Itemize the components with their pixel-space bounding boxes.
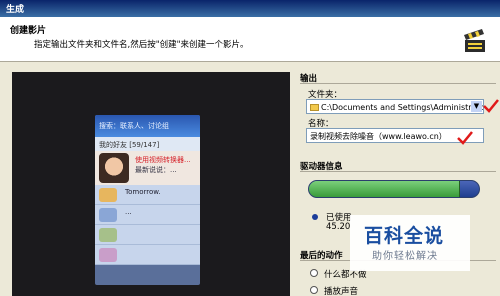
- avatar: [99, 248, 117, 262]
- preview-search: 搜索：联系人、讨论组: [95, 115, 200, 137]
- preview-row: ...: [95, 205, 200, 225]
- used-legend-dot: [312, 214, 318, 220]
- used-value: 45.20: [326, 222, 351, 232]
- page-title: 创建影片: [10, 26, 47, 36]
- preview-contact-name: 使用视频转换器...: [135, 156, 191, 164]
- folder-icon: [310, 104, 319, 111]
- watermark: 百科全说 助你轻松解决: [350, 215, 470, 271]
- preview-row: Tomorrow.: [95, 185, 200, 205]
- preview-row: [95, 245, 200, 265]
- divider: [300, 171, 496, 172]
- drive-usage-fill: [309, 181, 461, 197]
- window-titlebar: 生成: [0, 0, 500, 17]
- preview-row: [95, 225, 200, 245]
- folder-select[interactable]: C:\Documents and Settings\Administrator\…: [306, 99, 484, 114]
- page-subtitle: 指定输出文件夹和文件名,然后按"创建"来创建一个影片。: [34, 40, 249, 50]
- preview-group-label: 我的好友 [59/147]: [99, 141, 160, 149]
- radio-do-nothing[interactable]: [310, 269, 318, 277]
- avatar: [99, 228, 117, 242]
- option-play-sound[interactable]: 播放声音: [324, 285, 358, 296]
- preview-row-name: ...: [125, 208, 132, 216]
- preview-contact: 使用视频转换器... 最新说说：...: [95, 151, 200, 185]
- preview-contact-status: 最新说说：...: [135, 166, 177, 174]
- drive-usage-bar: [308, 180, 480, 198]
- video-preview: 搜索：联系人、讨论组 我的好友 [59/147] 使用视频转换器... 最新说说…: [12, 72, 290, 296]
- folder-value: C:\Documents and Settings\Administrator\…: [321, 103, 483, 112]
- preview-group: 我的好友 [59/147]: [95, 137, 200, 151]
- preview-frame: 搜索：联系人、讨论组 我的好友 [59/147] 使用视频转换器... 最新说说…: [95, 115, 200, 285]
- wizard-header: 创建影片 指定输出文件夹和文件名,然后按"创建"来创建一个影片。: [0, 17, 500, 62]
- avatar: [99, 188, 117, 202]
- watermark-subtitle: 助你轻松解决: [372, 251, 438, 262]
- clapperboard-icon: [464, 29, 485, 52]
- check-icon: [457, 131, 473, 145]
- chevron-down-icon[interactable]: ▼: [471, 101, 482, 112]
- check-icon: [483, 99, 499, 113]
- avatar: [99, 208, 117, 222]
- divider: [300, 83, 496, 84]
- preview-row-name: Tomorrow.: [125, 188, 161, 196]
- window-title: 生成: [6, 5, 25, 15]
- radio-play-sound[interactable]: [310, 286, 318, 294]
- watermark-title: 百科全说: [364, 225, 445, 247]
- avatar: [99, 153, 129, 183]
